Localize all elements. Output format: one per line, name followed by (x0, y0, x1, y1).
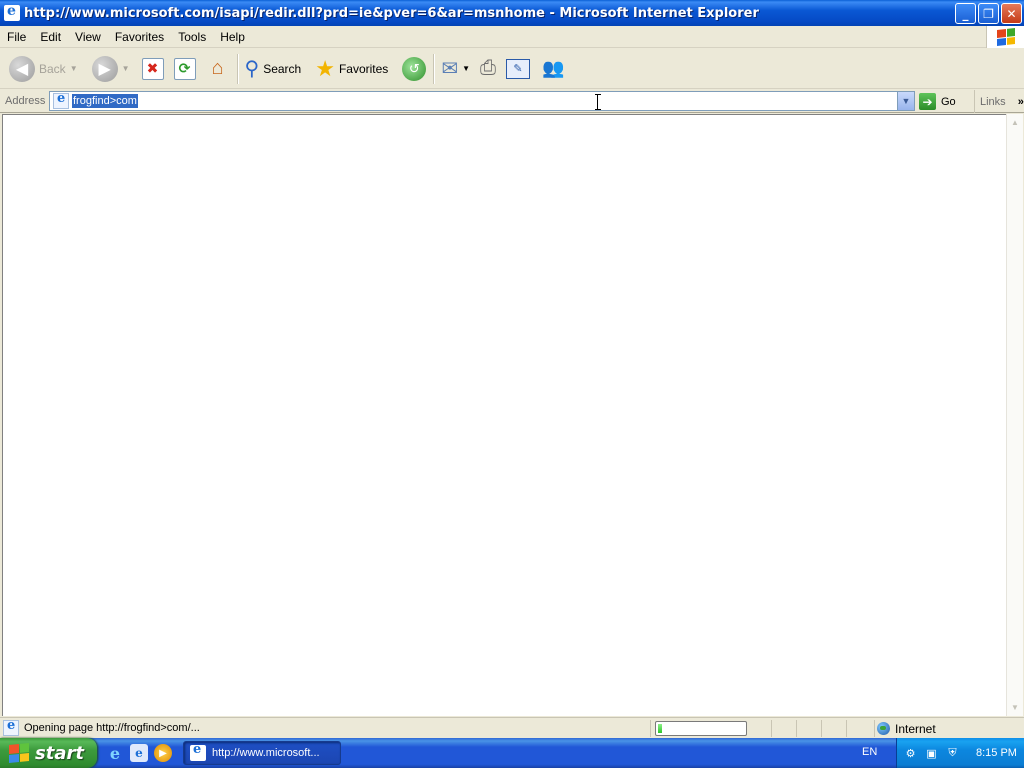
links-chevron-icon[interactable]: » (1018, 96, 1024, 108)
mail-dropdown-icon[interactable]: ▼ (462, 64, 470, 73)
history-icon: ↺ (402, 56, 427, 81)
status-text: Opening page http://frogfind>com/... (24, 722, 200, 734)
status-divider (821, 720, 822, 737)
menu-help[interactable]: Help (213, 30, 252, 44)
messenger-button[interactable]: 👥 (539, 52, 567, 86)
go-label: Go (941, 95, 956, 108)
security-shield-icon[interactable]: ⛨ (945, 746, 960, 761)
status-divider (650, 720, 651, 737)
go-arrow-icon: ➔ (919, 93, 936, 110)
back-dropdown-icon[interactable]: ▼ (70, 64, 78, 73)
taskbar: start e e ▶ http://www.microsoft... EN ⚙… (0, 738, 1024, 768)
vertical-scrollbar[interactable]: ▲ ▼ (1006, 114, 1023, 716)
language-indicator[interactable]: EN (862, 746, 877, 758)
address-value[interactable]: frogfind>com (72, 94, 138, 108)
back-arrow-icon: ◀ (9, 55, 35, 82)
media-player-icon[interactable]: ▶ (154, 744, 172, 762)
back-button[interactable]: ◀ Back ▼ (6, 52, 81, 86)
home-button[interactable]: ⌂ (203, 52, 233, 86)
restore-button[interactable]: ❐ (978, 3, 999, 24)
network-icon[interactable]: ⚙ (903, 746, 918, 761)
security-zone[interactable]: Internet (874, 720, 936, 737)
page-icon (53, 91, 69, 109)
favorites-button[interactable]: ★ Favorites (312, 52, 391, 86)
outlook-express-icon[interactable]: e (130, 744, 148, 762)
standard-toolbar: ◀ Back ▼ ▶ ▼ ✖ ⟳ ⌂ ⚲ Search ★ Favorites … (0, 49, 1024, 89)
menu-bar: File Edit View Favorites Tools Help (0, 26, 1024, 48)
edit-button[interactable]: ✎ (503, 52, 533, 86)
scroll-up-icon[interactable]: ▲ (1007, 114, 1023, 131)
address-label: Address (5, 95, 46, 107)
start-label: start (35, 742, 84, 764)
toolbar-separator (236, 53, 238, 84)
links-bar[interactable]: Links » (974, 90, 1024, 113)
mail-button[interactable]: ✉ ▼ (438, 52, 473, 86)
menu-edit[interactable]: Edit (33, 30, 68, 44)
windows-logo-icon (986, 26, 1024, 48)
search-icon: ⚲ (244, 58, 260, 80)
menu-file[interactable]: File (0, 30, 33, 44)
close-button[interactable]: ✕ (1001, 3, 1022, 24)
links-label: Links (980, 95, 1006, 108)
forward-dropdown-icon[interactable]: ▼ (122, 64, 130, 73)
search-label: Search (263, 61, 302, 76)
volume-icon[interactable]: ▣ (924, 746, 939, 761)
ie-app-icon[interactable] (4, 3, 20, 21)
refresh-button[interactable]: ⟳ (171, 52, 199, 86)
mail-icon: ✉ (441, 58, 459, 80)
menu-favorites[interactable]: Favorites (108, 30, 171, 44)
print-button[interactable]: ⎙ (477, 52, 499, 86)
stop-icon: ✖ (141, 57, 164, 80)
address-bar: Address frogfind>com ▼ ➔ Go Links » (0, 90, 1024, 113)
home-icon: ⌂ (211, 57, 224, 79)
status-divider (771, 720, 772, 737)
text-cursor-icon (595, 94, 602, 110)
ie-quicklaunch-icon[interactable]: e (106, 744, 124, 763)
status-page-icon (3, 718, 19, 736)
windows-flag-icon (9, 742, 29, 764)
window-controls: _ ❐ ✕ (955, 3, 1022, 24)
messenger-icon: 👥 (542, 58, 565, 78)
internet-globe-icon (877, 722, 890, 735)
print-icon: ⎙ (480, 57, 496, 79)
status-divider (846, 720, 847, 737)
menu-view[interactable]: View (68, 30, 108, 44)
go-button[interactable]: ➔ Go (919, 92, 956, 111)
zone-label: Internet (895, 721, 936, 736)
ie-task-icon (190, 742, 206, 761)
forward-button[interactable]: ▶ ▼ (89, 52, 133, 86)
search-button[interactable]: ⚲ Search (242, 52, 305, 86)
task-label: http://www.microsoft... (212, 747, 320, 759)
window-title: http://www.microsoft.com/isapi/redir.dll… (24, 5, 759, 21)
progress-fill (658, 724, 663, 733)
forward-arrow-icon: ▶ (91, 55, 118, 82)
progress-bar (655, 721, 747, 736)
address-input[interactable]: frogfind>com ▼ (49, 91, 915, 111)
status-bar: Opening page http://frogfind>com/... Int… (0, 717, 1024, 738)
clock[interactable]: 8:15 PM (976, 747, 1017, 759)
start-button[interactable]: start (0, 738, 97, 768)
menu-tools[interactable]: Tools (171, 30, 213, 44)
edit-icon: ✎ (506, 58, 530, 79)
history-button[interactable]: ↺ (399, 52, 429, 86)
system-tray: ⚙ ▣ ⛨ 8:15 PM (896, 738, 1024, 768)
address-dropdown-icon[interactable]: ▼ (897, 92, 914, 110)
scroll-down-icon[interactable]: ▼ (1007, 699, 1023, 716)
refresh-icon: ⟳ (173, 57, 196, 80)
stop-button[interactable]: ✖ (139, 52, 167, 86)
quick-launch: e e ▶ (106, 743, 172, 763)
taskbar-ie-window[interactable]: http://www.microsoft... (183, 741, 341, 765)
status-divider (796, 720, 797, 737)
favorites-star-icon: ★ (315, 55, 335, 81)
minimize-button[interactable]: _ (955, 3, 976, 24)
title-bar[interactable]: http://www.microsoft.com/isapi/redir.dll… (0, 0, 1024, 26)
favorites-label: Favorites (338, 61, 389, 76)
back-label: Back (39, 61, 66, 76)
toolbar-separator (433, 53, 435, 84)
page-content[interactable] (2, 114, 1006, 716)
